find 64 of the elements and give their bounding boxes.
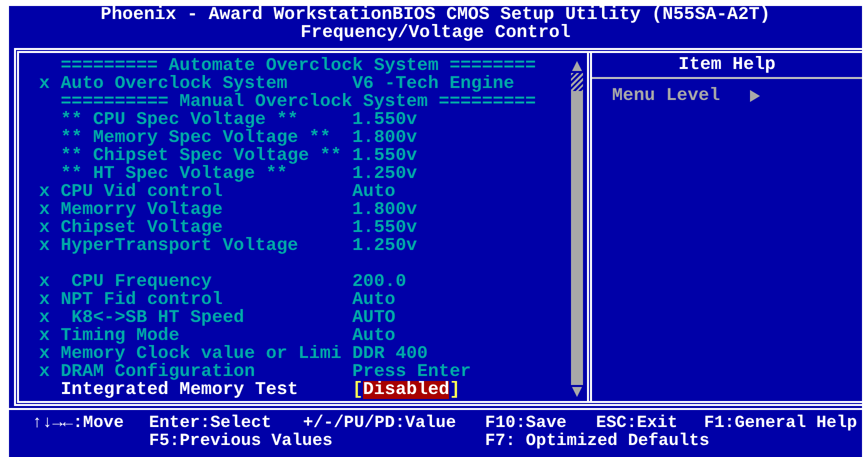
option-value[interactable]: 1.550v [352, 111, 418, 129]
locked-marker: x [39, 362, 50, 382]
key-hint: F10:Save [485, 414, 567, 433]
window-title: Phoenix - Award WorkstationBIOS CMOS Setup Utility (N55SA-A2T) [100, 5, 770, 25]
locked-marker: x [39, 200, 50, 220]
option-value[interactable]: 1.250v [352, 237, 418, 255]
option-label[interactable]: Auto Overclock System [60, 74, 288, 94]
key-hint: ESC:Exit [596, 414, 678, 433]
triangle-right-icon [750, 90, 760, 102]
section-heading: ========== Manual Overclock System ========= [60, 93, 536, 111]
option-value[interactable]: Disabled [363, 381, 450, 399]
scroll-track[interactable] [571, 73, 583, 385]
key-hint: F5:Previous Values [149, 432, 333, 451]
key-hint: ↑↓→←:Move [32, 414, 124, 433]
section-heading: ========= Automate Overclock System ======== [60, 57, 536, 75]
option-value[interactable]: 1.550v [352, 147, 418, 165]
option-value[interactable]: DDR 400 [352, 345, 428, 363]
key-hint: F7: Optimized Defaults [485, 432, 710, 451]
option-value[interactable]: 1.800v [352, 201, 418, 219]
option-value[interactable]: Auto [352, 183, 396, 201]
bracket: ] [449, 381, 460, 399]
key-hint: F1:General Help [704, 414, 858, 433]
option-label[interactable]: HyperTransport Voltage [60, 236, 298, 256]
option-label[interactable]: DRAM Configuration [60, 362, 256, 382]
option-value[interactable]: Auto [352, 291, 396, 309]
option-label[interactable]: CPU Vid control [60, 182, 223, 202]
page-title: Frequency/Voltage Control [300, 23, 571, 43]
option-label[interactable]: Integrated Memory Test [60, 380, 298, 400]
option-value[interactable]: Auto [352, 327, 396, 345]
option-value[interactable]: AUTO [352, 309, 396, 327]
option-label[interactable]: ** Memory Spec Voltage ** [60, 128, 331, 148]
locked-marker: x [39, 308, 50, 328]
key-hint: +/-/PU/PD:Value [303, 414, 456, 433]
arrow-up-icon[interactable] [571, 59, 583, 73]
option-value[interactable]: Press Enter [352, 363, 472, 381]
option-label[interactable]: CPU Frequency [60, 272, 212, 292]
key-hint: Enter:Select [149, 414, 272, 433]
arrow-down-icon[interactable] [571, 385, 583, 399]
locked-marker: x [39, 344, 50, 364]
locked-marker: x [39, 326, 50, 346]
option-label[interactable]: ** CPU Spec Voltage ** [60, 110, 298, 130]
locked-marker: x [39, 290, 50, 310]
locked-marker: x [39, 74, 50, 94]
option-label[interactable]: K8<->SB HT Speed [60, 308, 244, 328]
option-label[interactable]: Chipset Voltage [60, 218, 223, 238]
locked-marker: x [39, 272, 50, 292]
option-label[interactable]: ** Chipset Spec Voltage ** [60, 146, 342, 166]
locked-marker: x [39, 218, 50, 238]
menu-level-label: Menu Level [612, 87, 720, 105]
option-label[interactable]: Memory Clock value or Limi [60, 344, 342, 364]
option-value[interactable]: 1.250v [352, 165, 418, 183]
option-label[interactable]: ** HT Spec Voltage ** [60, 164, 288, 184]
option-value[interactable]: 1.800v [352, 129, 418, 147]
option-label[interactable]: Timing Mode [60, 326, 180, 346]
option-value[interactable]: 1.550v [352, 219, 418, 237]
locked-marker: x [39, 182, 50, 202]
locked-marker: x [39, 236, 50, 256]
option-value[interactable]: V6 -Tech Engine [352, 75, 514, 93]
help-title: Item Help [678, 55, 776, 75]
option-value[interactable]: 200.0 [352, 273, 406, 291]
option-label[interactable]: Memorry Voltage [60, 200, 223, 220]
option-label[interactable]: NPT Fid control [60, 290, 223, 310]
scroll-thumb[interactable] [571, 73, 583, 91]
bracket: [ [352, 381, 364, 399]
